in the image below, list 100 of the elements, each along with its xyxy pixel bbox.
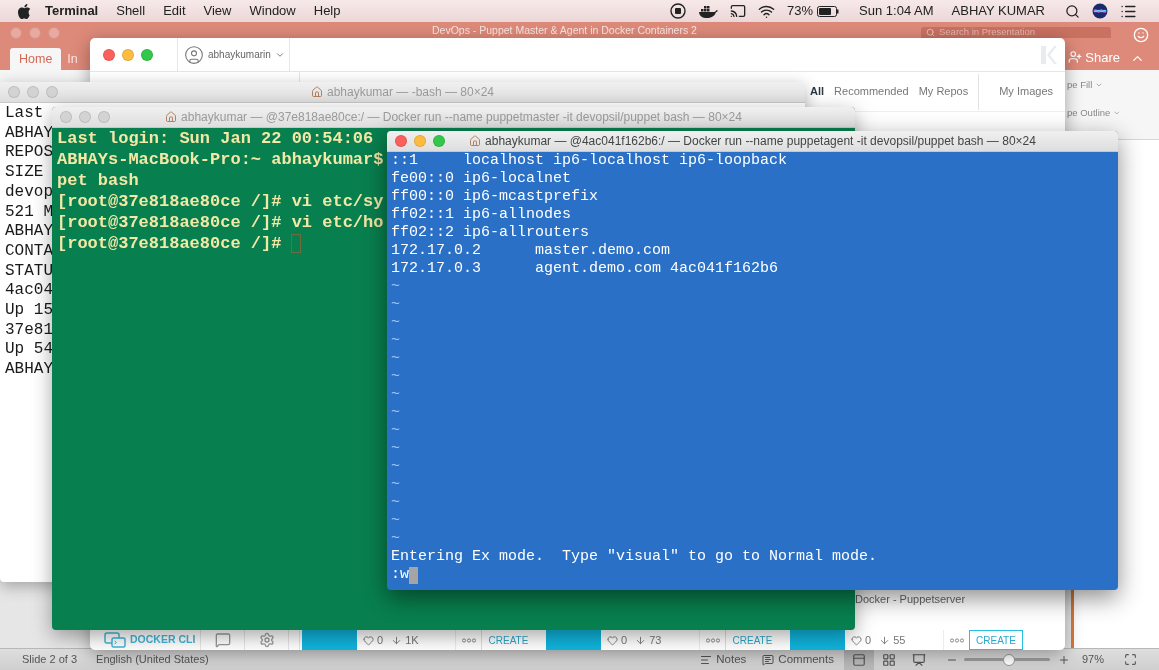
minimize-button[interactable] — [122, 48, 134, 61]
menu-item[interactable]: Edit — [163, 1, 186, 21]
terminal-line: [root@37e818ae80ce /]# vi etc/ho — [57, 212, 384, 233]
text-cursor — [291, 234, 302, 253]
search-icon[interactable] — [1065, 3, 1080, 19]
download-icon — [635, 634, 647, 646]
clock[interactable]: Sun 1:04 AM — [859, 1, 934, 21]
terminal-line: ::1 localhost ip6-localhost ip6-loopback — [391, 152, 788, 170]
terminal-line: ff02::2 ip6-allrouters — [391, 224, 590, 242]
empty-line-marker: ~ — [391, 422, 400, 440]
share-button[interactable]: Share — [1068, 47, 1120, 67]
terminal-line: CONTA — [5, 241, 53, 262]
siri-icon[interactable] — [1092, 3, 1108, 19]
account-menu[interactable]: abhaykumarin — [178, 38, 290, 71]
window-title: abhaykumar — -bash — 80×24 — [326, 84, 495, 101]
whale-icon[interactable] — [698, 3, 719, 19]
user-name[interactable]: ABHAY KUMAR — [951, 1, 1045, 21]
terminal-line: ABHAYs-MacBook-Pro:~ abhaykumar$ — [57, 149, 384, 170]
terminal-line: 521 M — [5, 202, 53, 223]
language-label[interactable]: English (United States) — [96, 651, 209, 668]
empty-line-marker: ~ — [391, 332, 400, 350]
notes-icon — [700, 653, 713, 666]
add-person-icon — [1068, 50, 1083, 65]
empty-line-marker: ~ — [391, 458, 400, 476]
airplay-icon[interactable] — [730, 3, 747, 19]
ribbon-dropdown[interactable]: pe Fill — [1067, 78, 1121, 93]
avatar-icon — [184, 44, 204, 65]
smiley-icon[interactable] — [1133, 27, 1149, 43]
empty-line-marker: ~ — [391, 440, 400, 458]
download-icon — [879, 634, 891, 646]
home-icon — [469, 135, 482, 147]
close-button[interactable] — [103, 48, 115, 61]
empty-line-marker: ~ — [391, 278, 400, 296]
zoom-button[interactable] — [141, 48, 153, 61]
record-icon[interactable] — [670, 3, 687, 19]
view-button[interactable] — [843, 649, 874, 670]
card-image — [790, 630, 845, 650]
zoom-button[interactable] — [433, 135, 445, 147]
ribbon-dropdown[interactable]: pe Outline — [1067, 106, 1121, 121]
terminal-line: ff00::0 ip6-mcastprefix — [391, 188, 599, 206]
notes-button[interactable]: Notes — [700, 650, 747, 669]
zoom-slider[interactable] — [963, 653, 1050, 666]
download-icon — [391, 634, 403, 646]
terminal-line: STATU — [5, 261, 53, 282]
menu-item[interactable]: Window — [249, 1, 296, 21]
menu-item[interactable]: Shell — [116, 1, 146, 21]
home-icon — [310, 86, 323, 98]
image-card[interactable]: 0 1K CREATE — [302, 630, 535, 650]
image-card[interactable]: 0 73 CREATE — [546, 630, 779, 650]
battery-icon[interactable] — [817, 5, 840, 17]
heart-icon — [363, 634, 374, 646]
more-icon — [461, 637, 476, 643]
comments-button[interactable]: Comments — [762, 650, 834, 669]
create-button[interactable]: CREATE — [969, 630, 1023, 650]
slider-thumb[interactable] — [1002, 653, 1015, 666]
app-menu[interactable]: Terminal — [45, 1, 99, 21]
terminal-line: [root@37e818ae80ce /]# vi etc/sy — [57, 191, 384, 212]
like-count: 0 — [865, 632, 872, 648]
normal-view-icon — [851, 652, 866, 667]
terminal-line: pet bash — [57, 170, 139, 191]
terminal-line: ff02::1 ip6-allnodes — [391, 206, 572, 224]
empty-line-marker: ~ — [391, 530, 400, 548]
close-button[interactable] — [395, 135, 407, 147]
window-title: DevOps - Puppet Master & Agent in Docker Containers 2 — [432, 25, 697, 36]
menu-item[interactable]: View — [203, 1, 232, 21]
more-icon — [949, 637, 964, 643]
card-image — [302, 630, 357, 650]
terminal-line: devop — [5, 182, 53, 203]
menu-item[interactable]: Help — [313, 1, 341, 21]
empty-line-marker: ~ — [391, 368, 400, 386]
heart-icon — [607, 634, 618, 646]
filter-tab[interactable]: All — [810, 83, 825, 100]
empty-line-marker: ~ — [391, 350, 400, 368]
slide-sorter-icon — [881, 652, 896, 667]
minimize-button[interactable] — [79, 111, 91, 123]
image-card[interactable]: 0 55 CREATE — [790, 630, 1023, 650]
ribbon-tab[interactable]: Home — [10, 48, 62, 70]
terminal-line: Up 15 — [5, 301, 53, 321]
apple-icon[interactable] — [18, 3, 31, 19]
zoom-button[interactable] — [98, 111, 110, 123]
close-button[interactable] — [8, 86, 20, 98]
card-image — [546, 630, 601, 650]
minimize-button[interactable] — [27, 86, 39, 98]
terminal-line: fe00::0 ip6-localnet — [391, 170, 572, 188]
slide-counter: Slide 2 of 3 — [22, 652, 78, 668]
zoom-in-icon[interactable] — [1057, 653, 1070, 666]
filter-tab[interactable]: My Images — [999, 83, 1053, 100]
empty-line-marker: ~ — [391, 404, 400, 422]
fit-to-window-icon[interactable] — [1124, 653, 1137, 666]
battery-percent: 73% — [787, 2, 814, 21]
filter-tab[interactable]: My Repos — [918, 83, 969, 100]
terminal-line: ABHAY — [5, 360, 53, 380]
heart-icon — [851, 634, 862, 646]
comment-icon — [762, 653, 775, 666]
zoom-button[interactable] — [46, 86, 58, 98]
like-count: 0 — [377, 632, 384, 648]
search-icon — [926, 28, 935, 37]
minimize-button[interactable] — [414, 135, 426, 147]
close-button[interactable] — [60, 111, 72, 123]
filter-tab[interactable]: Recommended — [834, 83, 909, 100]
